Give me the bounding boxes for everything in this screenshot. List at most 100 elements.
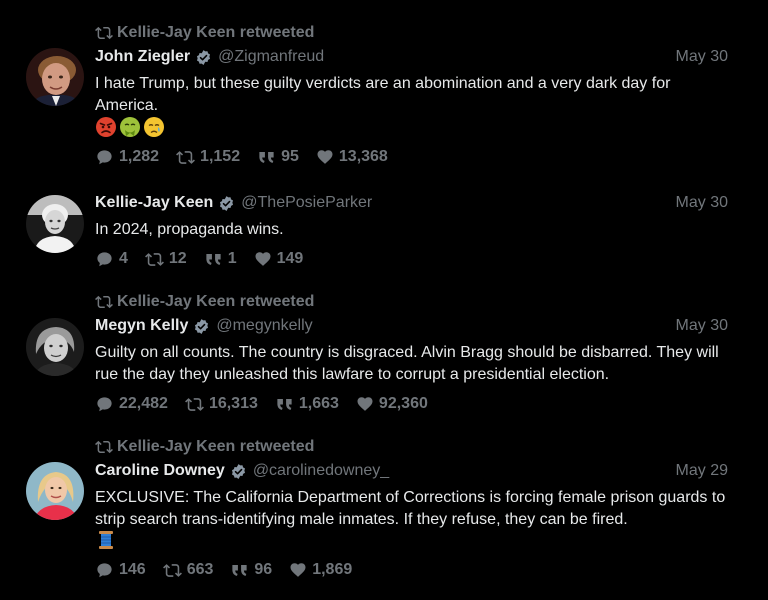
retweet-count: 12 (168, 250, 187, 267)
retweet-count: 1,152 (200, 148, 241, 165)
tweet-date[interactable]: May 30 (676, 317, 728, 335)
quote-count: 1 (227, 250, 237, 267)
reply-count: 4 (119, 250, 128, 267)
display-name[interactable]: Megyn Kelly (95, 317, 188, 335)
tweet-text: I hate Trump, but these guilty verdicts … (95, 75, 671, 114)
emoji-row (95, 116, 165, 140)
username-handle[interactable]: @Zigmanfreud (218, 48, 324, 66)
tweet-date[interactable]: May 29 (676, 462, 728, 480)
reply-count: 22,482 (119, 395, 168, 412)
like-button[interactable]: 1,869 (289, 561, 352, 579)
tweet-text: In 2024, propaganda wins. (95, 221, 284, 238)
display-name[interactable]: Caroline Downey (95, 462, 225, 480)
tweet-header: John Ziegler @Zigmanfreud May 30 (95, 46, 728, 68)
reply-icon (95, 250, 114, 269)
retweet-button[interactable]: 16,313 (185, 395, 258, 414)
like-button[interactable]: 13,368 (316, 148, 388, 166)
retweet-icon (95, 438, 113, 456)
retweet-button[interactable]: 1,152 (176, 148, 240, 167)
verified-badge-icon (218, 195, 235, 212)
avatar[interactable] (26, 48, 84, 106)
spool-of-thread-emoji (99, 531, 113, 549)
reply-button[interactable]: 1,282 (95, 148, 159, 167)
avatar-photo (26, 318, 84, 376)
retweet-icon (145, 250, 164, 269)
username-handle[interactable]: @megynkelly (216, 317, 312, 335)
tweet-actions: 22,482 16,313 1,663 92,360 (95, 394, 428, 414)
reply-icon (95, 148, 114, 167)
heart-icon (254, 250, 272, 268)
retweet-indicator: Kellie-Jay Keen retweeted (95, 292, 314, 312)
avatar[interactable] (26, 195, 84, 253)
quote-icon (230, 561, 249, 580)
like-count: 92,360 (378, 395, 428, 412)
quote-count: 95 (281, 148, 299, 165)
retweet-count: 16,313 (208, 395, 258, 412)
tweet-header: Caroline Downey @carolinedowney_ May 29 (95, 460, 728, 482)
retweet-icon (163, 561, 182, 580)
verified-badge-icon (193, 318, 210, 335)
avatar-photo (26, 195, 84, 253)
reply-count: 146 (119, 561, 146, 578)
tweet-date[interactable]: May 30 (676, 194, 728, 212)
tweet-4[interactable]: Kellie-Jay Keen retweeted Caroline Downe… (0, 425, 768, 600)
display-name[interactable]: John Ziegler (95, 48, 190, 66)
tweet-text: EXCLUSIVE: The California Department of … (95, 489, 726, 528)
reply-button[interactable]: 146 (95, 561, 146, 580)
reply-button[interactable]: 22,482 (95, 395, 168, 414)
tweet-2[interactable]: Kellie-Jay Keen @ThePosieParker May 30 I… (0, 180, 768, 280)
avatar[interactable] (26, 462, 84, 520)
like-button[interactable]: 92,360 (356, 395, 428, 413)
quote-icon (204, 250, 223, 269)
display-name[interactable]: Kellie-Jay Keen (95, 194, 213, 212)
retweet-button[interactable]: 12 (145, 250, 187, 269)
tweet-actions: 146 663 96 1,869 (95, 560, 352, 580)
reply-icon (95, 561, 114, 580)
reply-button[interactable]: 4 (95, 250, 128, 269)
quote-button[interactable]: 1 (204, 250, 237, 269)
avatar[interactable] (26, 318, 84, 376)
quote-button[interactable]: 95 (257, 148, 299, 167)
reply-count: 1,282 (119, 148, 160, 165)
quote-icon (275, 395, 294, 414)
angry-face-emoji (96, 117, 116, 137)
tweet-date[interactable]: May 30 (676, 48, 728, 66)
retweet-icon (176, 148, 195, 167)
username-handle[interactable]: @carolinedowney_ (253, 462, 389, 480)
retweet-indicator: Kellie-Jay Keen retweeted (95, 437, 314, 457)
nauseated-face-emoji (120, 117, 140, 137)
heart-icon (289, 561, 307, 579)
like-count: 1,869 (312, 561, 353, 578)
verified-badge-icon (230, 463, 247, 480)
retweet-count: 663 (186, 561, 214, 578)
retweeted-by-label: Kellie-Jay Keen retweeted (117, 24, 315, 41)
quote-button[interactable]: 1,663 (275, 395, 339, 414)
retweet-indicator: Kellie-Jay Keen retweeted (95, 23, 314, 43)
like-button[interactable]: 149 (254, 250, 304, 268)
tweet-text: Guilty on all counts. The country is dis… (95, 344, 719, 383)
quote-count: 96 (254, 561, 273, 578)
crying-face-emoji (144, 117, 164, 137)
username-handle[interactable]: @ThePosieParker (241, 194, 372, 212)
quote-icon (257, 148, 276, 167)
retweet-icon (95, 24, 113, 42)
reply-icon (95, 395, 114, 414)
quote-count: 1,663 (298, 395, 339, 412)
like-count: 149 (276, 250, 304, 267)
heart-icon (356, 395, 374, 413)
retweeted-by-label: Kellie-Jay Keen retweeted (117, 293, 315, 310)
tweet-actions: 1,282 1,152 95 13,368 (95, 147, 388, 167)
retweeted-by-label: Kellie-Jay Keen retweeted (117, 438, 315, 455)
retweet-icon (95, 293, 113, 311)
tweet-1[interactable]: Kellie-Jay Keen retweeted John Ziegler @… (0, 0, 768, 180)
heart-icon (316, 148, 334, 166)
tweet-3[interactable]: Kellie-Jay Keen retweeted Megyn Kelly @m… (0, 280, 768, 425)
quote-button[interactable]: 96 (230, 561, 272, 580)
emoji-row (95, 529, 117, 553)
tweet-header: Megyn Kelly @megynkelly May 30 (95, 315, 728, 337)
retweet-icon (185, 395, 204, 414)
like-count: 13,368 (338, 148, 388, 165)
tweet-actions: 4 12 1 149 (95, 249, 303, 269)
verified-badge-icon (195, 49, 212, 66)
retweet-button[interactable]: 663 (163, 561, 214, 580)
